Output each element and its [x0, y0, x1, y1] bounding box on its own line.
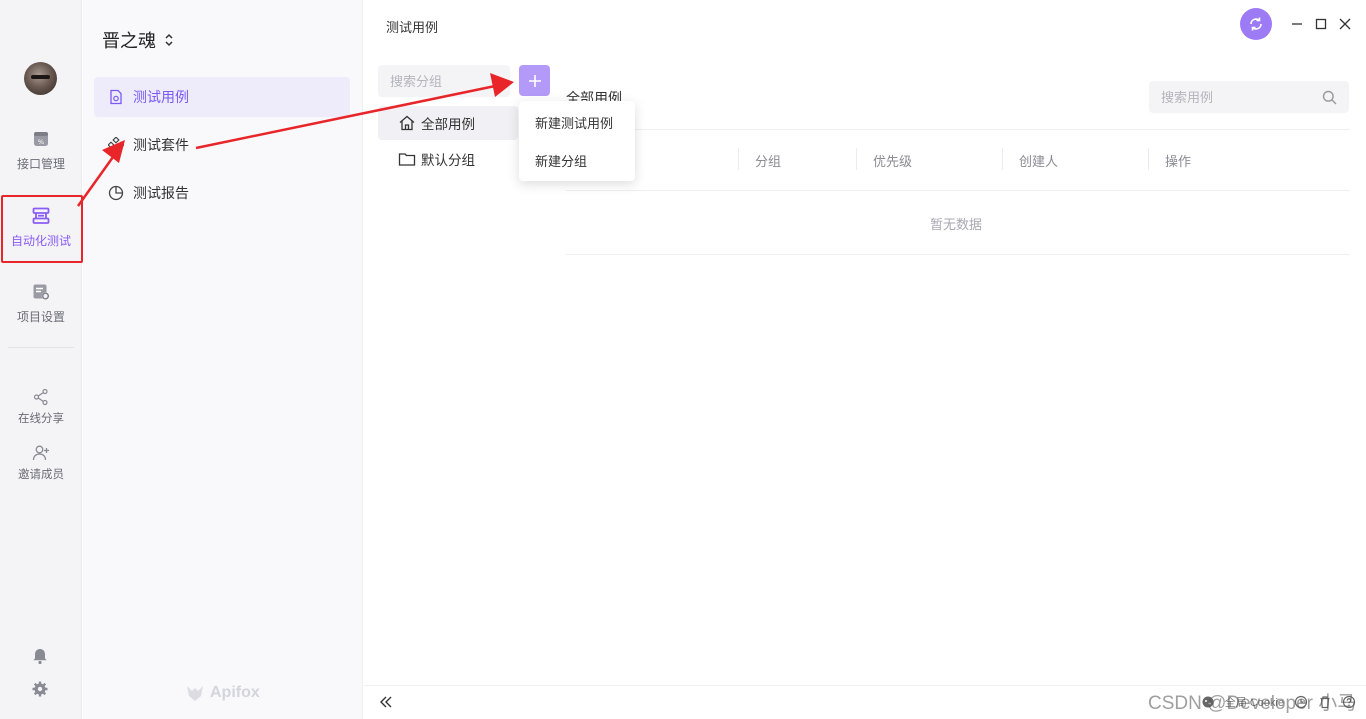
test-suite-icon [108, 137, 124, 153]
maximize-icon [1315, 18, 1327, 30]
rail-item-label: 项目设置 [16, 310, 65, 324]
test-case-icon [110, 89, 122, 105]
case-search [1149, 81, 1349, 113]
rail-item-label: 接口管理 [16, 157, 65, 171]
icon-rail: % 接口管理 自动化测试 项目设置 在线分享 邀请成员 [0, 0, 83, 719]
annotation-highlight-box [1, 195, 83, 263]
menu-item-new-group[interactable]: 新建分组 [519, 142, 635, 178]
apifox-logo-icon [187, 686, 203, 701]
close-icon [1339, 18, 1351, 30]
close-button[interactable] [1334, 13, 1356, 35]
rail-item-invite[interactable]: 邀请成员 [0, 444, 82, 482]
group-item-label: 默认分组 [421, 153, 475, 168]
table-bottom-border [566, 254, 1350, 255]
footer-cookie-label[interactable]: 全局 Cookie [1225, 694, 1284, 710]
nav-item-test-reports[interactable]: 测试报告 [94, 173, 350, 213]
app-window: % 接口管理 自动化测试 项目设置 在线分享 邀请成员 晋之魂 测试用例 测试套… [0, 0, 1366, 719]
column-header-group: 分组 [755, 154, 782, 169]
table-top-border [566, 129, 1350, 130]
gear-icon[interactable] [31, 680, 49, 698]
project-name: 晋之魂 [102, 31, 156, 51]
column-header-actions: 操作 [1165, 154, 1192, 169]
cookie-icon[interactable] [1201, 695, 1215, 709]
table-header-border [566, 190, 1350, 191]
rail-item-share[interactable]: 在线分享 [0, 388, 82, 426]
nav-item-label: 测试报告 [133, 185, 189, 201]
rail-item-label: 邀请成员 [18, 469, 64, 481]
maximize-button[interactable] [1310, 13, 1332, 35]
apifox-logo: Apifox [185, 684, 260, 702]
case-search-input[interactable] [1161, 89, 1321, 105]
rail-item-project-settings[interactable]: 项目设置 [0, 283, 82, 325]
collapse-sidebar-icon[interactable] [378, 694, 394, 710]
secondary-nav: 晋之魂 测试用例 测试套件 测试报告 Apifox [83, 0, 363, 719]
column-header-creator: 创建人 [1019, 154, 1059, 169]
share-icon [33, 388, 48, 406]
column-header-priority: 优先级 [873, 154, 913, 169]
help-icon[interactable] [1342, 695, 1356, 709]
project-settings-icon [33, 284, 50, 300]
column-separator [856, 148, 857, 170]
group-item-label: 全部用例 [421, 117, 475, 132]
rail-item-api[interactable]: % 接口管理 [0, 130, 82, 172]
home-icon [399, 115, 415, 131]
nav-item-test-suites[interactable]: 测试套件 [94, 125, 350, 165]
group-item-default[interactable]: 默认分组 [378, 142, 518, 176]
chevron-up-down-icon [165, 33, 173, 47]
footer-bar: 全局 Cookie [364, 685, 1366, 719]
sync-icon [1250, 17, 1262, 31]
bell-icon[interactable] [31, 647, 49, 665]
svg-text:%: % [38, 138, 44, 146]
sync-button[interactable] [1240, 8, 1272, 40]
minimize-button[interactable] [1286, 13, 1308, 35]
api-icon: % [34, 132, 48, 146]
group-item-all[interactable]: 全部用例 [378, 106, 518, 140]
page-title: 测试用例 [386, 20, 439, 35]
nav-item-label: 测试套件 [133, 137, 189, 153]
add-button[interactable] [519, 65, 550, 96]
plus-icon [528, 74, 541, 87]
invite-member-icon [32, 445, 49, 461]
test-report-icon [108, 185, 124, 201]
empty-state-text: 暂无数据 [930, 217, 983, 232]
rail-item-label: 在线分享 [18, 413, 64, 425]
footer-tools: 全局 Cookie [1201, 694, 1356, 710]
column-separator [1148, 148, 1149, 170]
history-icon[interactable] [1294, 695, 1308, 709]
minimize-icon [1292, 23, 1302, 25]
column-separator [738, 148, 739, 170]
group-search-input[interactable] [378, 65, 510, 97]
rail-divider [8, 347, 74, 348]
search-icon[interactable] [1322, 90, 1337, 105]
menu-item-new-test-case[interactable]: 新建测试用例 [519, 104, 635, 140]
brand-name: Apifox [210, 684, 260, 701]
folder-icon [398, 153, 416, 166]
project-switcher[interactable]: 晋之魂 [102, 27, 174, 53]
nav-item-test-cases[interactable]: 测试用例 [94, 77, 350, 117]
avatar[interactable] [24, 62, 57, 95]
column-separator [1002, 148, 1003, 170]
nav-item-label: 测试用例 [133, 89, 189, 105]
trash-icon[interactable] [1318, 695, 1332, 709]
add-dropdown-menu: 新建测试用例 新建分组 [519, 101, 635, 181]
window-controls [1240, 8, 1366, 40]
main-content: 测试用例 搜索分组 全部用例 默认分组 全部用例 搜索用例 分组 优先级 创建人… [364, 0, 1366, 719]
